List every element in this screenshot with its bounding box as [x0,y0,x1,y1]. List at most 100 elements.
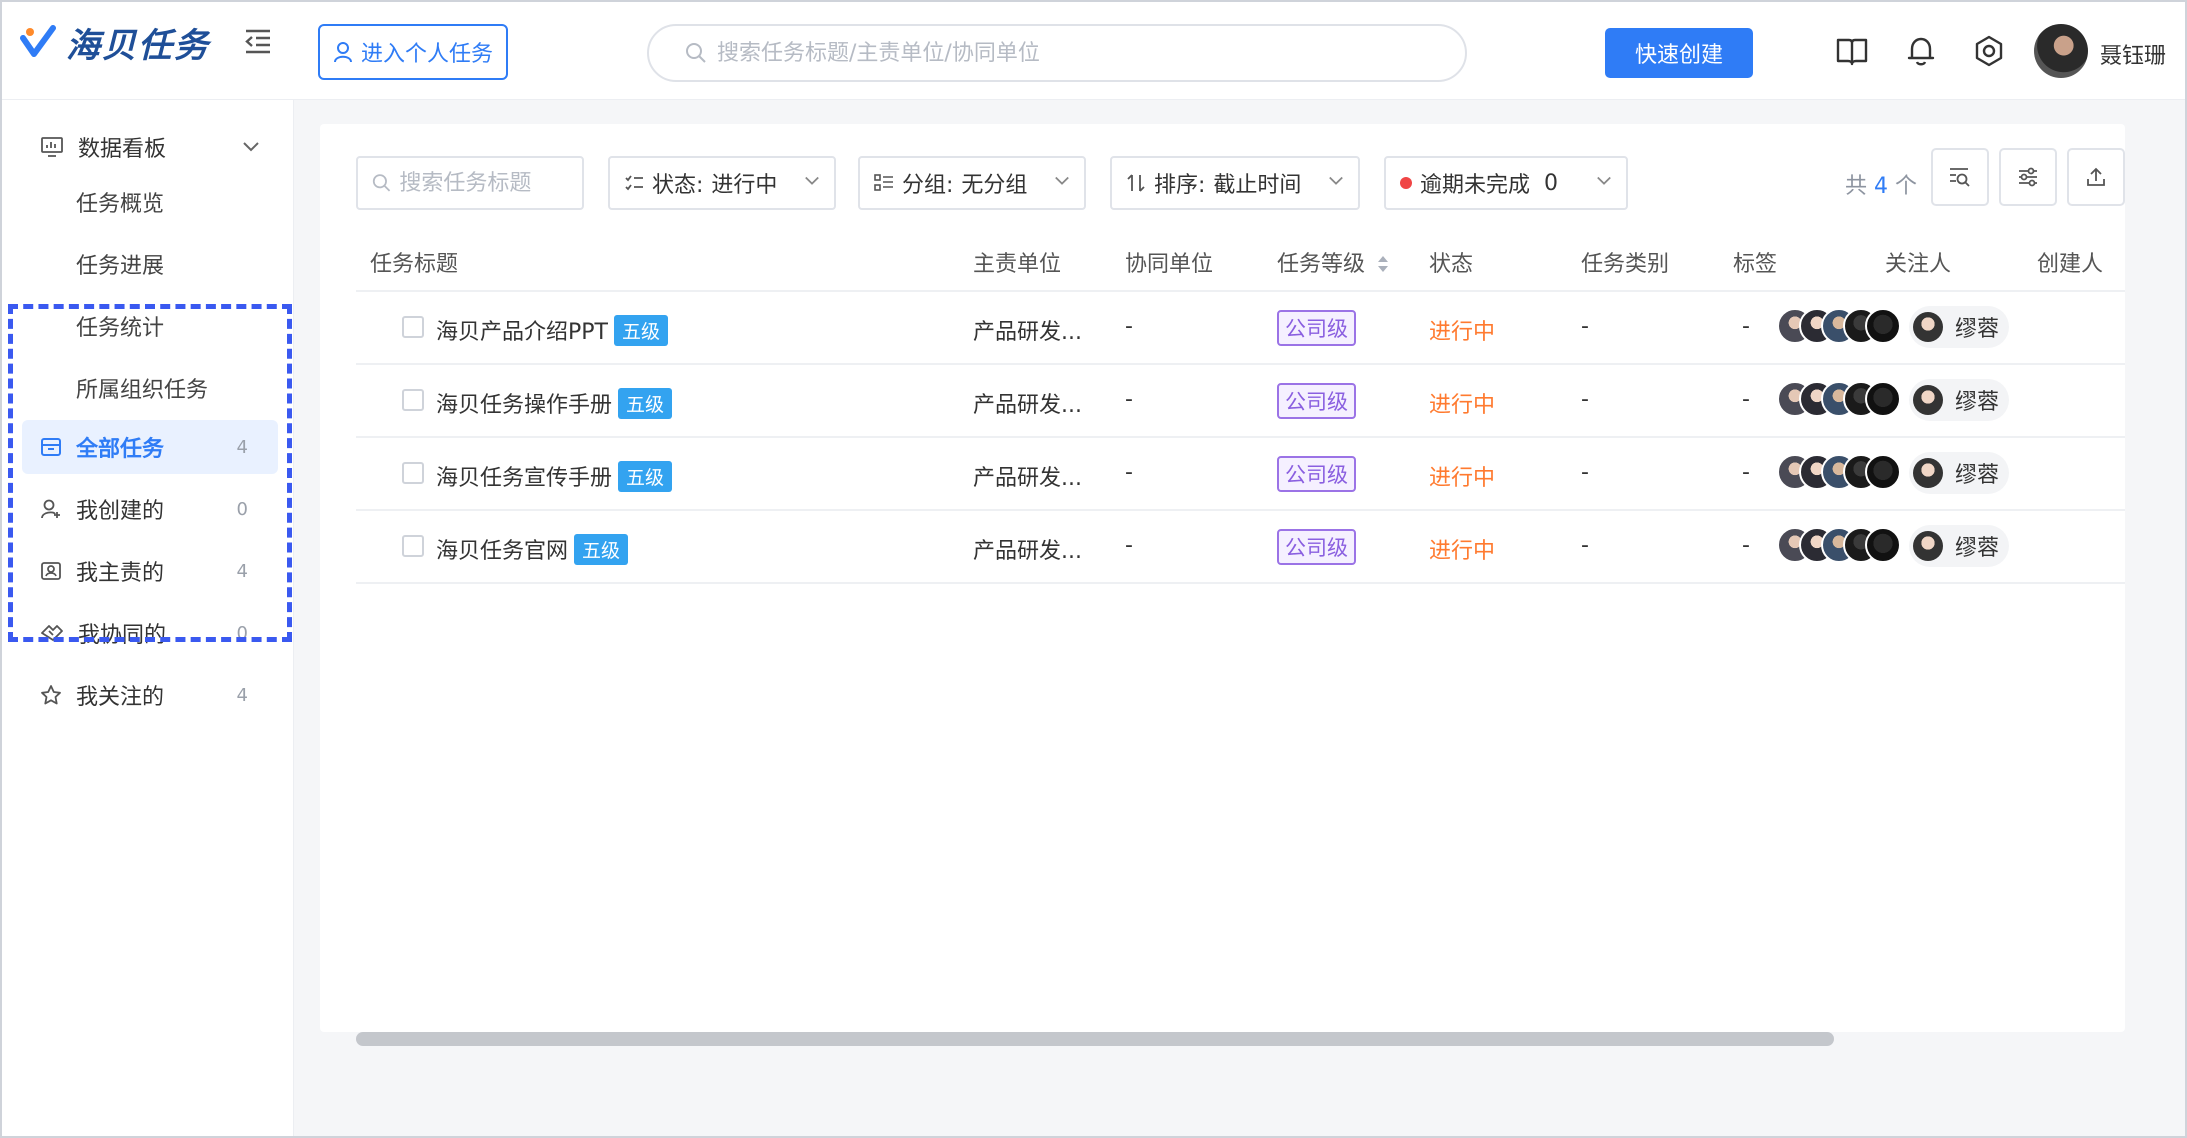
col-grade-label: 任务等级 [1277,252,1366,277]
row-checkbox[interactable] [402,462,424,484]
owner-unit-cell: 产品研发... [973,466,1082,491]
creator-name: 缪蓉 [1955,463,2000,488]
grade-cell: 公司级 [1277,456,1356,492]
creator-chip[interactable]: 缪蓉 [1909,525,2010,567]
total-prefix: 共 [1845,174,1868,199]
col-owner-unit: 主责单位 [973,252,1062,277]
task-title: 海贝任务官网 [436,539,569,564]
sort-dropdown[interactable]: 排序: 截止时间 [1110,156,1360,210]
settings-icon[interactable] [1972,34,2006,68]
tag-cell: - [1742,314,1750,339]
collapse-menu-icon[interactable] [242,26,274,56]
global-search-box[interactable] [647,24,1467,82]
status-filter-label: 状态: [652,173,704,198]
star-icon [41,685,61,705]
export-button[interactable] [2067,148,2125,206]
sidebar-item-following[interactable]: 我关注的 4 [22,668,278,722]
sidebar-sub-statistics[interactable]: 任务统计 [76,310,164,342]
group-list-icon [874,174,893,191]
column-settings-button[interactable] [1999,148,2057,206]
group-filter-dropdown[interactable]: 分组: 无分组 [858,156,1086,210]
sidebar-item-count: 0 [236,622,248,644]
table-row[interactable]: 海贝产品介绍PPT 五级 产品研发... - 公司级 进行中 - - 缪蓉 [356,292,2125,365]
task-title-search-box[interactable] [356,156,584,210]
task-title-cell[interactable]: 海贝任务操作手册 五级 [436,387,673,419]
grade-tag: 公司级 [1277,456,1356,492]
status-cell: 进行中 [1429,466,1496,491]
total-number: 4 [1874,174,1889,199]
enter-personal-task-button[interactable]: 进入个人任务 [318,24,508,80]
quick-create-button[interactable]: 快速创建 [1605,28,1753,78]
sidebar-item-responsible[interactable]: 我主责的 4 [22,544,278,598]
book-icon[interactable] [1835,34,1869,68]
follower-avatars[interactable] [1777,454,1901,490]
status-cell: 进行中 [1429,320,1496,345]
col-co-unit: 协同单位 [1125,252,1214,277]
overdue-dot [1400,177,1412,189]
creator-name: 缪蓉 [1955,317,2000,342]
sidebar-item-created-by-me[interactable]: 我创建的 0 [22,482,278,536]
advanced-search-button[interactable] [1931,148,1989,206]
creator-name: 缪蓉 [1955,390,2000,415]
col-grade[interactable]: 任务等级 [1277,246,1390,278]
sidebar-item-all-tasks[interactable]: 全部任务 4 [22,420,278,474]
task-title-search-input[interactable] [399,170,582,196]
user-name[interactable]: 聂钰珊 [2100,38,2166,70]
overdue-filter-dropdown[interactable]: 逾期未完成 0 [1384,156,1628,210]
sidebar-sub-overview[interactable]: 任务概览 [76,186,164,218]
owner-unit-cell: 产品研发... [973,393,1082,418]
task-title-cell[interactable]: 海贝产品介绍PPT 五级 [436,314,668,346]
global-search-input[interactable] [717,40,1419,66]
table-row[interactable]: 海贝任务宣传手册 五级 产品研发... - 公司级 进行中 - - 缪蓉 [356,438,2125,511]
table-row[interactable]: 海贝任务操作手册 五级 产品研发... - 公司级 进行中 - - 缪蓉 [356,365,2125,438]
co-unit-cell: - [1125,460,1133,485]
sidebar-item-collaborating[interactable]: 我协同的 0 [22,606,278,660]
tag-cell: - [1742,533,1750,558]
avatar [1865,308,1901,344]
row-checkbox[interactable] [402,535,424,557]
avatar [1913,312,1943,342]
co-unit-cell: - [1125,387,1133,412]
horizontal-scrollbar[interactable] [356,1032,1834,1046]
category-cell: - [1581,460,1589,485]
creator-chip[interactable]: 缪蓉 [1909,452,2010,494]
owner-unit-cell: 产品研发... [973,320,1082,345]
row-checkbox[interactable] [402,389,424,411]
sidebar-sub-progress[interactable]: 任务进展 [76,248,164,280]
follower-avatars[interactable] [1777,527,1901,563]
avatar [1865,381,1901,417]
sidebar-dashboard-label: 数据看板 [78,137,167,162]
inbox-icon [41,438,61,456]
search-list-icon [1950,168,1970,187]
co-unit-cell: - [1125,314,1133,339]
follower-avatars[interactable] [1777,308,1901,344]
sort-icon [1127,174,1145,192]
follower-avatars[interactable] [1777,381,1901,417]
sort-arrows-icon[interactable] [1376,254,1390,274]
table-row[interactable]: 海贝任务官网 五级 产品研发... - 公司级 进行中 - - 缪蓉 [356,511,2125,584]
logo[interactable]: 海贝任务 [20,20,210,66]
search-icon [372,174,391,192]
sidebar-sub-org-tasks[interactable]: 所属组织任务 [76,372,208,404]
grade-cell: 公司级 [1277,310,1356,346]
sidebar-item-dashboard[interactable]: 数据看板 [40,122,260,172]
status-filter-dropdown[interactable]: 状态: 进行中 [608,156,836,210]
sidebar-item-label: 我创建的 [76,499,165,524]
owner-unit-cell: 产品研发... [973,539,1082,564]
task-title-cell[interactable]: 海贝任务宣传手册 五级 [436,460,673,492]
col-status: 状态 [1429,252,1474,277]
avatar [1865,527,1901,563]
monitor-chart-icon [41,137,63,157]
creator-chip[interactable]: 缪蓉 [1909,379,2010,421]
user-avatar[interactable] [2034,24,2088,78]
row-checkbox[interactable] [402,316,424,338]
bell-icon[interactable] [1904,34,1938,68]
creator-chip[interactable]: 缪蓉 [1909,306,2010,348]
total-suffix: 个 [1895,174,1918,199]
grade-cell: 公司级 [1277,529,1356,565]
chevron-down-icon [1055,176,1069,185]
sidebar-item-count: 4 [236,436,248,458]
co-unit-cell: - [1125,533,1133,558]
grade-tag: 公司级 [1277,383,1356,419]
task-title-cell[interactable]: 海贝任务官网 五级 [436,533,629,565]
